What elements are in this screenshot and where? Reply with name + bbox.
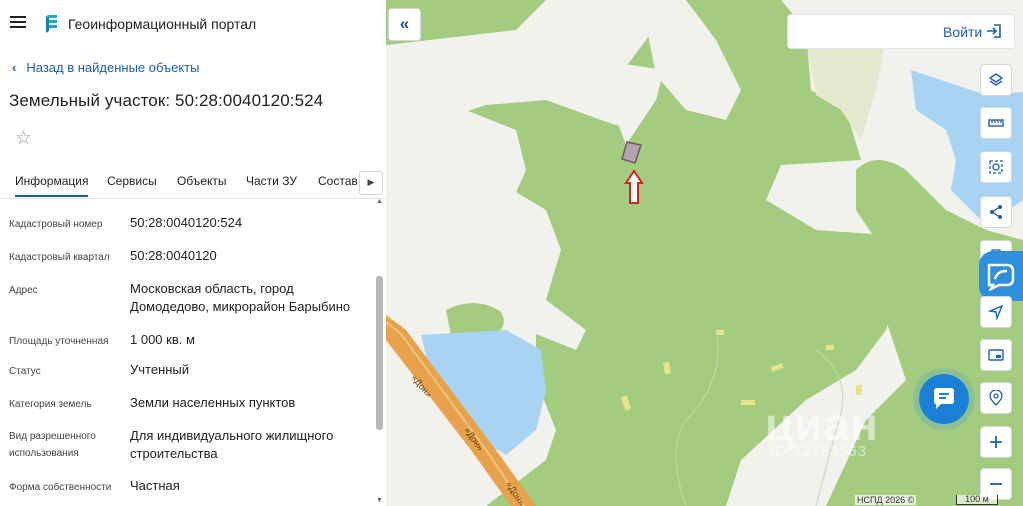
info-panel: Геоинформационный портал ‹ Назад в найден…	[0, 0, 386, 506]
chat-icon	[934, 388, 954, 409]
zoom-out-icon	[990, 483, 1002, 485]
info-label: Кадастровый номер	[9, 219, 103, 230]
zoom-in-button[interactable]	[980, 426, 1012, 458]
double-chevron-left-icon: «	[399, 14, 410, 33]
page-title: Земельный участок: 50:28:0040120:524	[9, 91, 324, 110]
tab-composition[interactable]: Состав	[318, 174, 358, 188]
share-button[interactable]	[980, 196, 1012, 228]
info-value: Московская область, город Домодедово, ми…	[130, 281, 351, 314]
login-button[interactable]: Войти	[787, 14, 1015, 49]
send-location-button[interactable]	[980, 296, 1012, 328]
info-label: Адрес	[9, 285, 38, 296]
gosuslugi-logo-icon	[987, 263, 1015, 291]
layers-button[interactable]	[980, 64, 1012, 96]
zoom-in-icon	[990, 436, 1002, 448]
scroll-thumb[interactable]	[376, 276, 383, 430]
area-select-button[interactable]	[980, 151, 1012, 183]
info-value: Земли населенных пунктов	[130, 395, 296, 410]
login-label: Войти	[943, 24, 983, 40]
gosuslugi-widget-tab[interactable]	[979, 251, 1023, 301]
ruler-icon	[988, 119, 1004, 127]
tab-information[interactable]: Информация	[15, 174, 89, 197]
info-value: 50:28:0040120:524	[130, 215, 243, 230]
chevron-right-icon: ▶	[367, 177, 375, 187]
layers-icon	[988, 73, 1004, 86]
info-label: Кадастровый квартал	[9, 252, 110, 263]
frame-icon	[988, 349, 1004, 361]
info-value: 50:28:0040120	[130, 248, 217, 263]
map-canvas: «Дон» «Дон» «Дон»	[386, 0, 1023, 506]
chat-bubble	[919, 374, 969, 424]
building	[741, 400, 755, 405]
building	[856, 385, 862, 395]
scroll-up-icon[interactable]: ▲	[375, 198, 384, 205]
panel-scrollbar[interactable]: ▲ ▼	[375, 198, 384, 506]
watermark-id: ID 32783563	[770, 443, 867, 460]
map-scale: 100 м	[956, 495, 998, 505]
chevron-left-icon: ‹	[12, 60, 17, 75]
back-to-results-link[interactable]: ‹ Назад в найденные объекты	[12, 60, 199, 75]
ruler-button[interactable]	[980, 107, 1012, 139]
panel-header: Геоинформационный портал	[0, 0, 386, 48]
location-search-icon	[989, 390, 1003, 406]
tab-parcel-parts[interactable]: Части ЗУ	[246, 174, 297, 188]
info-label: Площадь уточненная	[9, 336, 109, 347]
menu-icon[interactable]	[10, 16, 26, 28]
tab-bar: Информация Сервисы Объекты Части ЗУ Сост…	[0, 164, 386, 199]
tabs-next-button[interactable]: ▶	[359, 171, 383, 195]
info-value: Частная	[130, 478, 180, 493]
info-label: Статус	[9, 366, 41, 377]
info-value: Для индивидуального жилищного строительс…	[130, 428, 334, 461]
info-value: 1 000 кв. м	[130, 332, 195, 347]
info-label: Вид разрешенного использования	[9, 431, 96, 459]
back-link-label: Назад в найденные объекты	[26, 60, 200, 75]
app-title: Геоинформационный портал	[68, 16, 257, 32]
favorite-star-icon[interactable]: ☆	[15, 129, 32, 148]
tab-services[interactable]: Сервисы	[107, 174, 157, 188]
area-select-icon	[989, 160, 1003, 174]
tab-objects[interactable]: Объекты	[177, 174, 227, 188]
map-view[interactable]: «Дон» «Дон» «Дон» циан ID 32783563	[386, 0, 1023, 506]
location-search-button[interactable]	[980, 382, 1012, 414]
map-attribution: НСПД 2026 ©	[855, 495, 917, 505]
building	[826, 345, 834, 350]
info-label: Форма собственности	[9, 482, 112, 493]
login-icon	[987, 24, 1001, 38]
chat-button[interactable]	[913, 368, 975, 430]
share-icon	[990, 205, 1002, 219]
scroll-down-icon[interactable]: ▼	[375, 497, 384, 504]
info-value: Учтенный	[130, 362, 190, 377]
portal-logo-icon	[46, 15, 57, 33]
frame-button[interactable]	[980, 339, 1012, 371]
send-location-icon	[988, 304, 1004, 320]
info-label: Категория земель	[9, 399, 92, 410]
collapse-panel-button[interactable]: «	[388, 8, 421, 41]
